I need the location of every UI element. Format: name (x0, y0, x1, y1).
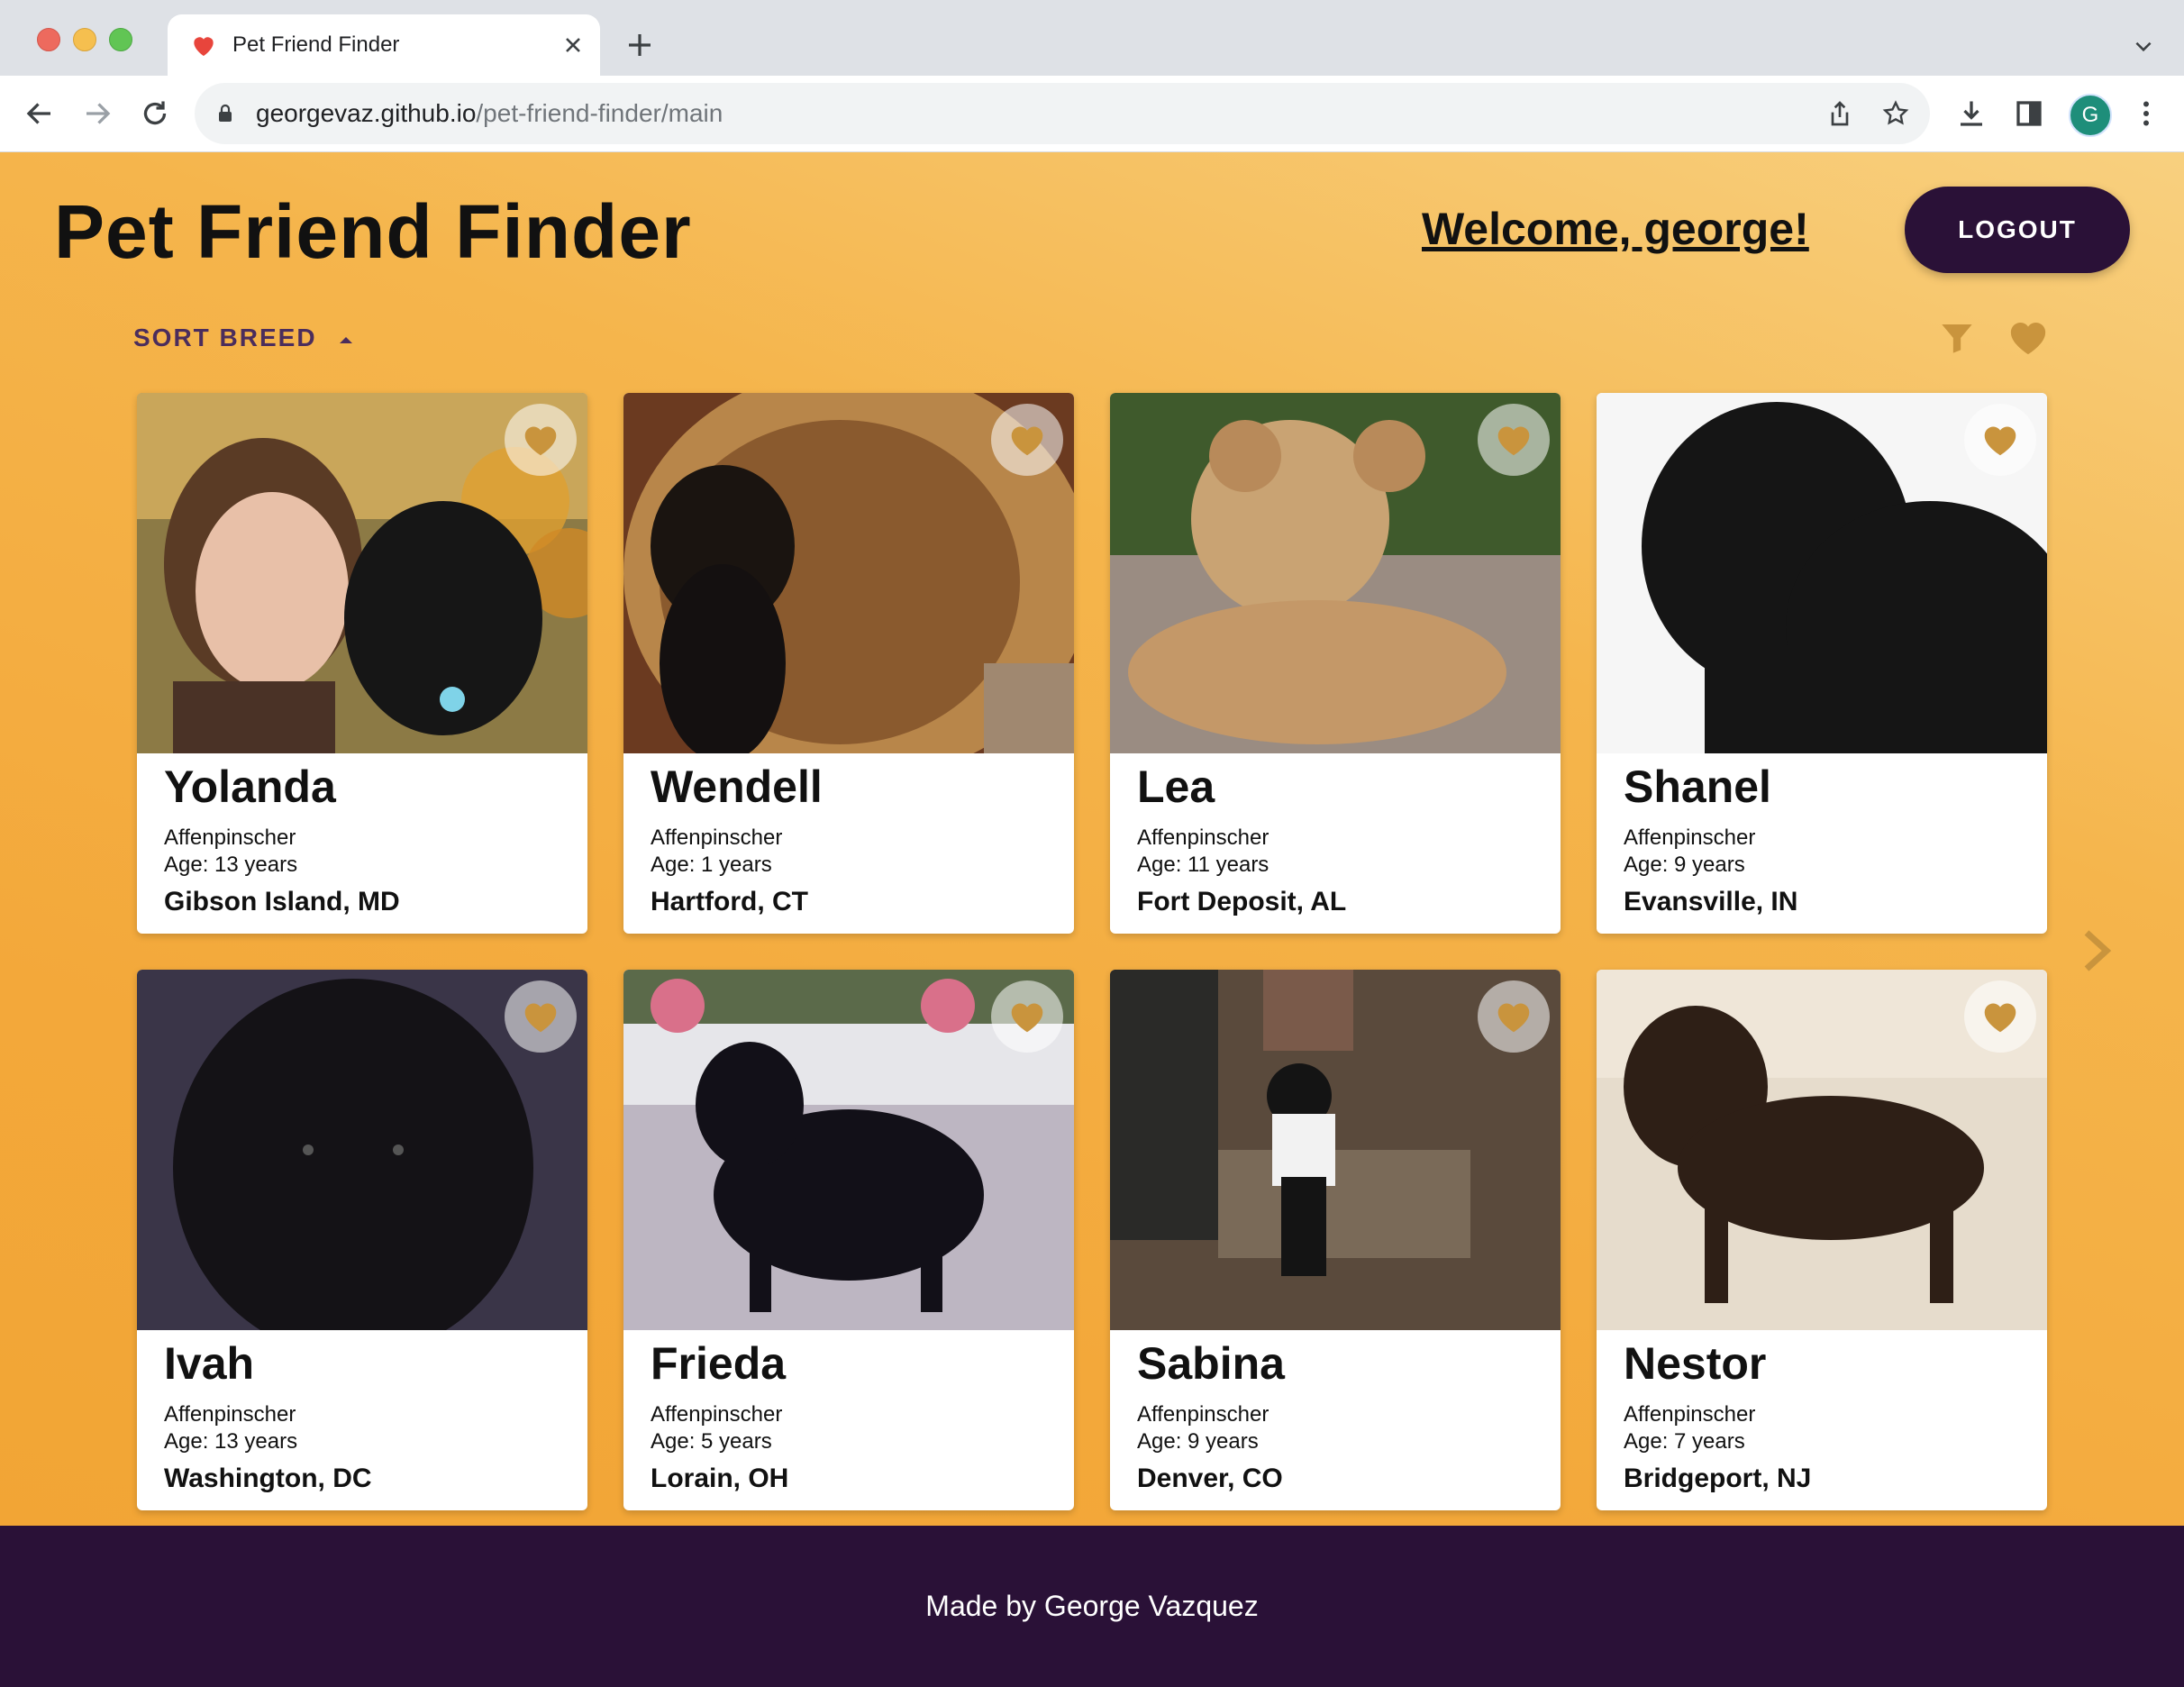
pet-breed: Affenpinscher (1624, 1402, 1756, 1427)
pet-card[interactable]: Yolanda Affenpinscher Age: 13 years Gibs… (137, 393, 587, 934)
share-icon[interactable] (1825, 99, 1854, 128)
heart-icon (1497, 426, 1530, 456)
close-tab-icon[interactable] (560, 32, 586, 58)
pet-card[interactable]: Wendell Affenpinscher Age: 1 years Hartf… (623, 393, 1074, 934)
pet-age: Age: 5 years (651, 1429, 772, 1454)
tab-search-chevron-icon[interactable] (2132, 34, 2155, 58)
heart-icon (1011, 426, 1043, 456)
footer: Made by George Vazquez (0, 1526, 2184, 1687)
pet-name: Sabina (1137, 1338, 1285, 1389)
address-bar[interactable]: georgevaz.github.io/pet-friend-finder/ma… (195, 83, 1930, 144)
pet-location: Washington, DC (164, 1464, 372, 1493)
favorite-button[interactable] (991, 404, 1063, 476)
back-arrow-icon[interactable] (23, 97, 56, 130)
heart-icon (1497, 1003, 1530, 1033)
url-text: georgevaz.github.io/pet-friend-finder/ma… (256, 99, 723, 128)
profile-avatar[interactable]: G (2069, 94, 2112, 137)
favorites-heart-icon[interactable] (2007, 318, 2049, 356)
pet-location: Lorain, OH (651, 1464, 789, 1493)
close-window-button[interactable] (37, 28, 60, 51)
pet-location: Fort Deposit, AL (1137, 887, 1347, 916)
browser-toolbar: georgevaz.github.io/pet-friend-finder/ma… (0, 76, 2184, 152)
heart-icon (1984, 426, 2016, 456)
pet-age: Age: 13 years (164, 1429, 298, 1454)
welcome-link[interactable]: Welcome, george! (1422, 203, 1809, 255)
app-title: Pet Friend Finder (54, 189, 692, 274)
heart-icon (524, 1003, 557, 1033)
zoom-window-button[interactable] (109, 28, 132, 51)
next-page-chevron-icon[interactable] (2081, 927, 2114, 974)
footer-credit: Made by George Vazquez (925, 1590, 1259, 1622)
pet-card[interactable]: Ivah Affenpinscher Age: 13 years Washing… (137, 970, 587, 1510)
pet-age: Age: 13 years (164, 853, 298, 877)
pet-card[interactable]: Frieda Affenpinscher Age: 5 years Lorain… (623, 970, 1074, 1510)
more-menu-icon[interactable] (2130, 97, 2162, 130)
pet-breed: Affenpinscher (1624, 825, 1756, 850)
pet-name: Nestor (1624, 1338, 1767, 1389)
minimize-window-button[interactable] (73, 28, 96, 51)
heart-icon (524, 426, 557, 456)
heart-icon (1984, 1003, 2016, 1033)
pet-name: Wendell (651, 761, 823, 812)
pet-location: Bridgeport, NJ (1624, 1464, 1812, 1493)
pet-grid: Yolanda Affenpinscher Age: 13 years Gibs… (137, 393, 2047, 1510)
pet-breed: Affenpinscher (164, 1402, 296, 1427)
pet-location: Gibson Island, MD (164, 887, 400, 916)
heart-icon (1011, 1003, 1043, 1033)
pet-breed: Affenpinscher (651, 1402, 783, 1427)
new-tab-plus-icon[interactable] (625, 31, 654, 59)
favorite-button[interactable] (991, 980, 1063, 1053)
reload-icon[interactable] (139, 97, 171, 130)
sort-breed-label: SORT BREED (133, 324, 317, 351)
pet-age: Age: 11 years (1137, 853, 1269, 877)
pet-location: Hartford, CT (651, 887, 808, 916)
pet-name: Ivah (164, 1338, 255, 1389)
browser-tab-bar: Pet Friend Finder (0, 0, 2184, 76)
url-host: georgevaz.github.io (256, 99, 477, 127)
pet-name: Yolanda (164, 761, 336, 812)
heart-favicon-icon (194, 37, 214, 56)
favorite-button[interactable] (505, 404, 577, 476)
pet-age: Age: 1 years (651, 853, 772, 877)
favorite-button[interactable] (1478, 404, 1550, 476)
browser-tab-active[interactable]: Pet Friend Finder (168, 14, 600, 76)
pet-breed: Affenpinscher (1137, 1402, 1269, 1427)
pet-card[interactable]: Shanel Affenpinscher Age: 9 years Evansv… (1597, 393, 2047, 934)
filter-icon[interactable] (1939, 320, 1975, 356)
favorite-button[interactable] (1964, 980, 2036, 1053)
favorite-button[interactable] (505, 980, 577, 1053)
pet-age: Age: 9 years (1624, 853, 1745, 877)
pet-location: Evansville, IN (1624, 887, 1798, 916)
forward-arrow-icon[interactable] (81, 97, 114, 130)
pet-name: Shanel (1624, 761, 1771, 812)
pet-breed: Affenpinscher (164, 825, 296, 850)
pet-age: Age: 7 years (1624, 1429, 1745, 1454)
pet-card[interactable]: Nestor Affenpinscher Age: 7 years Bridge… (1597, 970, 2047, 1510)
sort-ascending-icon (340, 336, 353, 343)
lock-icon (219, 104, 232, 122)
pet-age: Age: 9 years (1137, 1429, 1259, 1454)
tab-title: Pet Friend Finder (232, 32, 400, 57)
logout-button[interactable]: LOGOUT (1905, 187, 2130, 273)
pet-breed: Affenpinscher (1137, 825, 1269, 850)
pet-breed: Affenpinscher (651, 825, 783, 850)
side-panel-icon[interactable] (2013, 97, 2045, 130)
pet-card[interactable]: Sabina Affenpinscher Age: 9 years Denver… (1110, 970, 1561, 1510)
download-icon[interactable] (1955, 97, 1988, 130)
favorite-button[interactable] (1964, 404, 2036, 476)
pet-location: Denver, CO (1137, 1464, 1283, 1493)
pet-card[interactable]: Lea Affenpinscher Age: 11 years Fort Dep… (1110, 393, 1561, 934)
favorite-button[interactable] (1478, 980, 1550, 1053)
url-path: /pet-friend-finder/main (476, 99, 723, 127)
page-body: Pet Friend Finder Welcome, george! LOGOU… (0, 152, 2184, 1526)
bookmark-star-icon[interactable] (1881, 99, 1910, 128)
pet-name: Frieda (651, 1338, 787, 1389)
sort-breed-button[interactable]: SORT BREED (133, 324, 354, 352)
pet-name: Lea (1137, 761, 1215, 812)
